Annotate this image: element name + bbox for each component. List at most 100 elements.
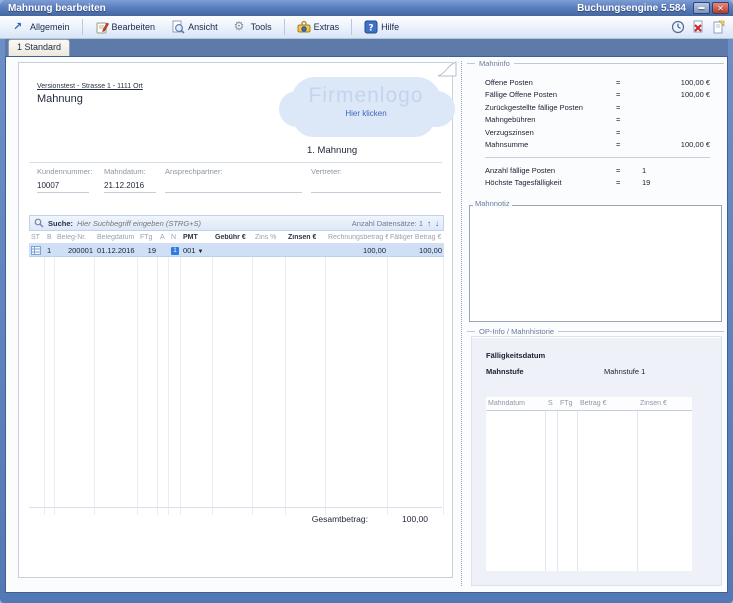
divider (514, 63, 724, 64)
mahnnotiz-textarea[interactable] (470, 206, 721, 321)
grid-column (326, 257, 388, 515)
menu-ansicht-label: Ansicht (188, 22, 218, 32)
clock-icon[interactable] (671, 20, 685, 34)
stat-label: Anzahl fällige Posten (485, 166, 616, 175)
toolbar-separator (82, 19, 83, 35)
toolbar-separator (284, 19, 285, 35)
kundennummer-input[interactable] (37, 179, 89, 193)
menu-allgemein-label: Allgemein (30, 22, 70, 32)
col-header-rechnungsbetrag[interactable]: Rechnungsbetrag € (326, 234, 388, 241)
panel-splitter[interactable] (461, 61, 462, 586)
empty-grid-area (29, 257, 444, 515)
close-button[interactable]: ✕ (712, 2, 729, 14)
gear-icon: ⚙ (234, 20, 248, 34)
equals-sign: = (616, 140, 642, 149)
sender-address-line[interactable]: Versionstest - Strasse 1 - 1111 Ort (37, 83, 143, 90)
grid-column (95, 257, 138, 515)
mahninfo-value: 100,00 € (642, 78, 710, 87)
historie-panel: Fälligkeitsdatum Mahnstufe Mahnstufe 1 M… (471, 336, 722, 586)
mahninfo-row: Mahngebühren = (485, 114, 710, 127)
equals-sign: = (616, 115, 642, 124)
col-header-zinsen[interactable]: Zinsen € (638, 400, 692, 407)
mahninfo-label: Mahnsumme (485, 140, 616, 149)
chevron-down-icon[interactable]: ▼ (198, 249, 204, 255)
mahninfo-label: Fällige Offene Posten (485, 90, 616, 99)
col-header-ftg[interactable]: FTg (138, 234, 158, 241)
col-header-mahndatum[interactable]: Mahndatum (486, 400, 546, 407)
mahninfo-label: Verzugszinsen (485, 128, 616, 137)
col-header-ftg[interactable]: FTg (558, 400, 578, 407)
grid-column (638, 411, 692, 571)
table-row[interactable]: 1 200001 01.12.2016 19 1 001▼ 100,00 100… (29, 244, 444, 257)
menu-bearbeiten[interactable]: Bearbeiten (88, 17, 163, 37)
cancel-document-icon[interactable] (691, 20, 705, 34)
document-preview: Versionstest - Strasse 1 - 1111 Ort Mahn… (18, 62, 453, 578)
row-detail-icon[interactable] (29, 246, 45, 255)
menu-allgemein[interactable]: ↗ Allgemein (6, 17, 77, 37)
cell-b: 1 (45, 246, 55, 255)
col-header-belegnr[interactable]: Beleg-Nr. (55, 234, 95, 241)
mahnnotiz-box (469, 205, 722, 322)
col-header-s[interactable]: S (546, 400, 558, 407)
equals-sign: = (616, 128, 642, 137)
mahndatum-input[interactable] (104, 179, 156, 193)
mahninfo-label: Offene Posten (485, 78, 616, 87)
search-input[interactable] (77, 219, 348, 228)
stat-value: 19 (642, 178, 710, 187)
col-header-pmt[interactable]: PMT (181, 234, 213, 241)
divider (467, 63, 475, 64)
cell-pmt[interactable]: 001▼ (181, 246, 213, 255)
minimize-button[interactable]: ▬ (693, 2, 710, 14)
grid-column (253, 257, 286, 515)
mahnnotiz-title: Mahnnotiz (473, 199, 512, 208)
dunning-level-label: Mahnstufe (486, 367, 524, 376)
vertreter-input[interactable] (311, 179, 441, 193)
col-header-zins-pct[interactable]: Zins % (253, 234, 286, 241)
menu-tools-label: Tools (251, 22, 272, 32)
menu-extras[interactable]: Extras (290, 17, 347, 37)
col-header-gebuehr[interactable]: Gebühr € (213, 234, 253, 241)
logo-click-hint[interactable]: Hier klicken (345, 109, 386, 118)
mahninfo-rows: Offene Posten = 100,00 € Fällige Offene … (467, 68, 724, 151)
col-header-belegdatum[interactable]: Belegdatum (95, 234, 138, 241)
col-header-st[interactable]: ST (29, 234, 45, 241)
menu-bearbeiten-label: Bearbeiten (112, 22, 156, 32)
equals-sign: = (616, 90, 642, 99)
col-header-a[interactable]: A (158, 234, 169, 241)
sort-up-icon[interactable]: ↑ (427, 219, 431, 228)
col-header-zinsen[interactable]: Zinsen € (286, 234, 326, 241)
menu-hilfe[interactable]: ? Hilfe (357, 17, 406, 37)
col-header-b[interactable]: B (45, 234, 55, 241)
grid-column (29, 257, 45, 515)
due-date-label: Fälligkeitsdatum (486, 351, 545, 360)
col-header-faelliger-betrag[interactable]: Fälliger Betrag € (388, 234, 444, 241)
mahninfo-label: Zurückgestellte fällige Posten (485, 103, 616, 112)
sort-down-icon[interactable]: ↓ (435, 219, 439, 228)
grid-column (138, 257, 158, 515)
equals-sign: = (616, 103, 642, 112)
ansprechpartner-input[interactable] (165, 179, 302, 193)
mahninfo-row: Zurückgestellte fällige Posten = (485, 101, 710, 114)
toolbar-separator (351, 19, 352, 35)
magnifier-page-icon (171, 20, 185, 34)
col-header-betrag[interactable]: Betrag € (578, 400, 638, 407)
field-label: Ansprechpartner: (165, 167, 302, 176)
mahninfo-stat-row: Anzahl fällige Posten = 1 (485, 164, 710, 177)
grid-column (169, 257, 181, 515)
menu-tools[interactable]: ⚙ Tools (227, 17, 279, 37)
mahninfo-value: 100,00 € (642, 140, 710, 149)
app-version: Buchungsengine 5.584 (577, 3, 686, 14)
cell-faelliger-betrag: 100,00 (388, 246, 444, 255)
page-curl-icon[interactable] (437, 60, 457, 78)
toolbar-right-group (671, 20, 727, 34)
grid-column (45, 257, 55, 515)
tab-standard[interactable]: 1 Standard (8, 39, 70, 56)
help-icon: ? (364, 20, 378, 34)
company-logo-placeholder[interactable]: Firmenlogo Hier klicken (291, 77, 441, 125)
grid-column (213, 257, 253, 515)
col-header-n[interactable]: N (169, 234, 181, 241)
save-document-icon[interactable] (711, 20, 725, 34)
menu-ansicht[interactable]: Ansicht (164, 17, 225, 37)
cell-belegnr: 200001 (55, 246, 95, 255)
total-value: 100,00 (402, 514, 428, 524)
